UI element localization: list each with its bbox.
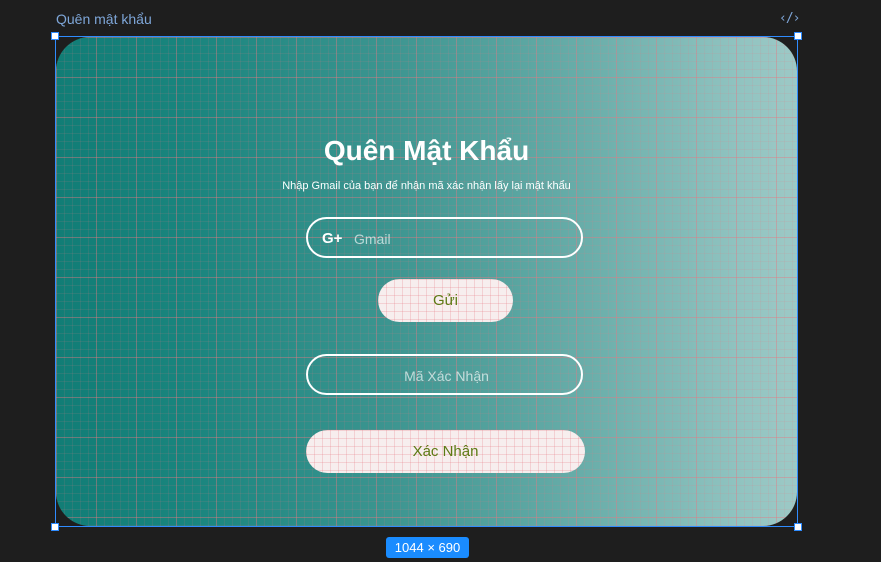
frame-size-badge: 1044 × 690 [386, 537, 469, 558]
resize-handle-bottom-right[interactable] [794, 523, 802, 531]
page-title: Quên Mật Khẩu [323, 135, 530, 166]
verification-code-field[interactable] [306, 354, 585, 395]
send-button[interactable]: Gửi [378, 279, 513, 322]
verification-code-input[interactable] [308, 356, 585, 395]
gmail-field[interactable]: G+ [306, 217, 629, 258]
resize-handle-top-left[interactable] [51, 32, 59, 40]
gmail-input[interactable] [308, 219, 629, 258]
frame-title[interactable]: Quên mật khẩu [56, 11, 152, 27]
code-icon[interactable]: ‹/› [779, 11, 801, 26]
forgot-password-card[interactable]: Quên Mật Khẩu Nhập Gmail của bạn để nhận… [56, 37, 797, 526]
resize-handle-bottom-left[interactable] [51, 523, 59, 531]
confirm-button[interactable]: Xác Nhận [306, 430, 585, 473]
page-subtitle: Nhập Gmail của bạn để nhận mã xác nhận l… [282, 180, 571, 192]
resize-handle-top-right[interactable] [794, 32, 802, 40]
google-plus-icon: G+ [322, 230, 343, 247]
